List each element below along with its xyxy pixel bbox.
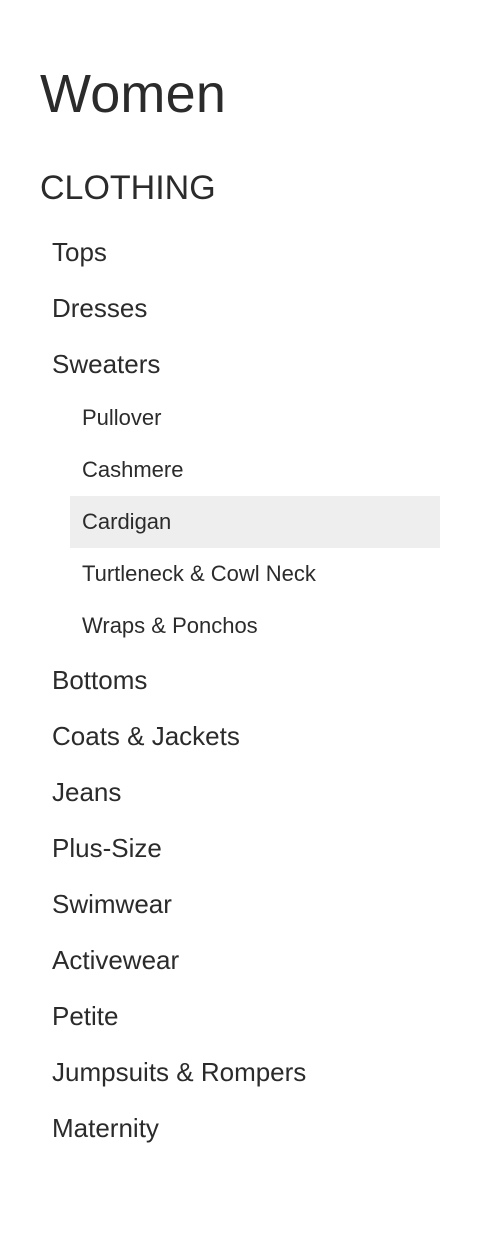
category-link-coats-jackets[interactable]: Coats & Jackets xyxy=(40,708,440,764)
category-link-activewear[interactable]: Activewear xyxy=(40,932,440,988)
category-link-sweaters[interactable]: Sweaters xyxy=(40,336,440,392)
category-item-tops[interactable]: Tops xyxy=(40,224,440,280)
category-link-bottoms[interactable]: Bottoms xyxy=(40,652,440,708)
category-item-maternity[interactable]: Maternity xyxy=(40,1100,440,1156)
category-item-plus-size[interactable]: Plus-Size xyxy=(40,820,440,876)
subcategory-list-sweaters: Pullover Cashmere Cardigan Turtleneck & … xyxy=(40,392,440,652)
subcategory-link-cashmere[interactable]: Cashmere xyxy=(70,444,440,496)
category-item-swimwear[interactable]: Swimwear xyxy=(40,876,440,932)
category-item-jumpsuits-rompers[interactable]: Jumpsuits & Rompers xyxy=(40,1044,440,1100)
category-item-coats-jackets[interactable]: Coats & Jackets xyxy=(40,708,440,764)
category-item-bottoms[interactable]: Bottoms xyxy=(40,652,440,708)
subcategory-link-turtleneck-cowl-neck[interactable]: Turtleneck & Cowl Neck xyxy=(70,548,440,600)
subcategory-link-wraps-ponchos[interactable]: Wraps & Ponchos xyxy=(70,600,440,652)
subcategory-link-cardigan-selected[interactable]: Cardigan xyxy=(70,496,440,548)
section-heading-clothing: CLOTHING xyxy=(40,169,216,207)
page-title: Women xyxy=(40,64,227,124)
category-item-activewear[interactable]: Activewear xyxy=(40,932,440,988)
category-item-petite[interactable]: Petite xyxy=(40,988,440,1044)
category-item-jeans[interactable]: Jeans xyxy=(40,764,440,820)
category-link-maternity[interactable]: Maternity xyxy=(40,1100,440,1156)
subcategory-link-pullover[interactable]: Pullover xyxy=(70,392,440,444)
category-list: Tops Dresses Sweaters Pullover Cashmere … xyxy=(40,224,440,1156)
category-link-tops[interactable]: Tops xyxy=(40,224,440,280)
category-link-dresses[interactable]: Dresses xyxy=(40,280,440,336)
category-item-sweaters[interactable]: Sweaters Pullover Cashmere Cardigan Turt… xyxy=(40,336,440,652)
category-link-jeans[interactable]: Jeans xyxy=(40,764,440,820)
category-link-jumpsuits-rompers[interactable]: Jumpsuits & Rompers xyxy=(40,1044,440,1100)
category-link-petite[interactable]: Petite xyxy=(40,988,440,1044)
category-item-dresses[interactable]: Dresses xyxy=(40,280,440,336)
category-link-swimwear[interactable]: Swimwear xyxy=(40,876,440,932)
category-link-plus-size[interactable]: Plus-Size xyxy=(40,820,440,876)
